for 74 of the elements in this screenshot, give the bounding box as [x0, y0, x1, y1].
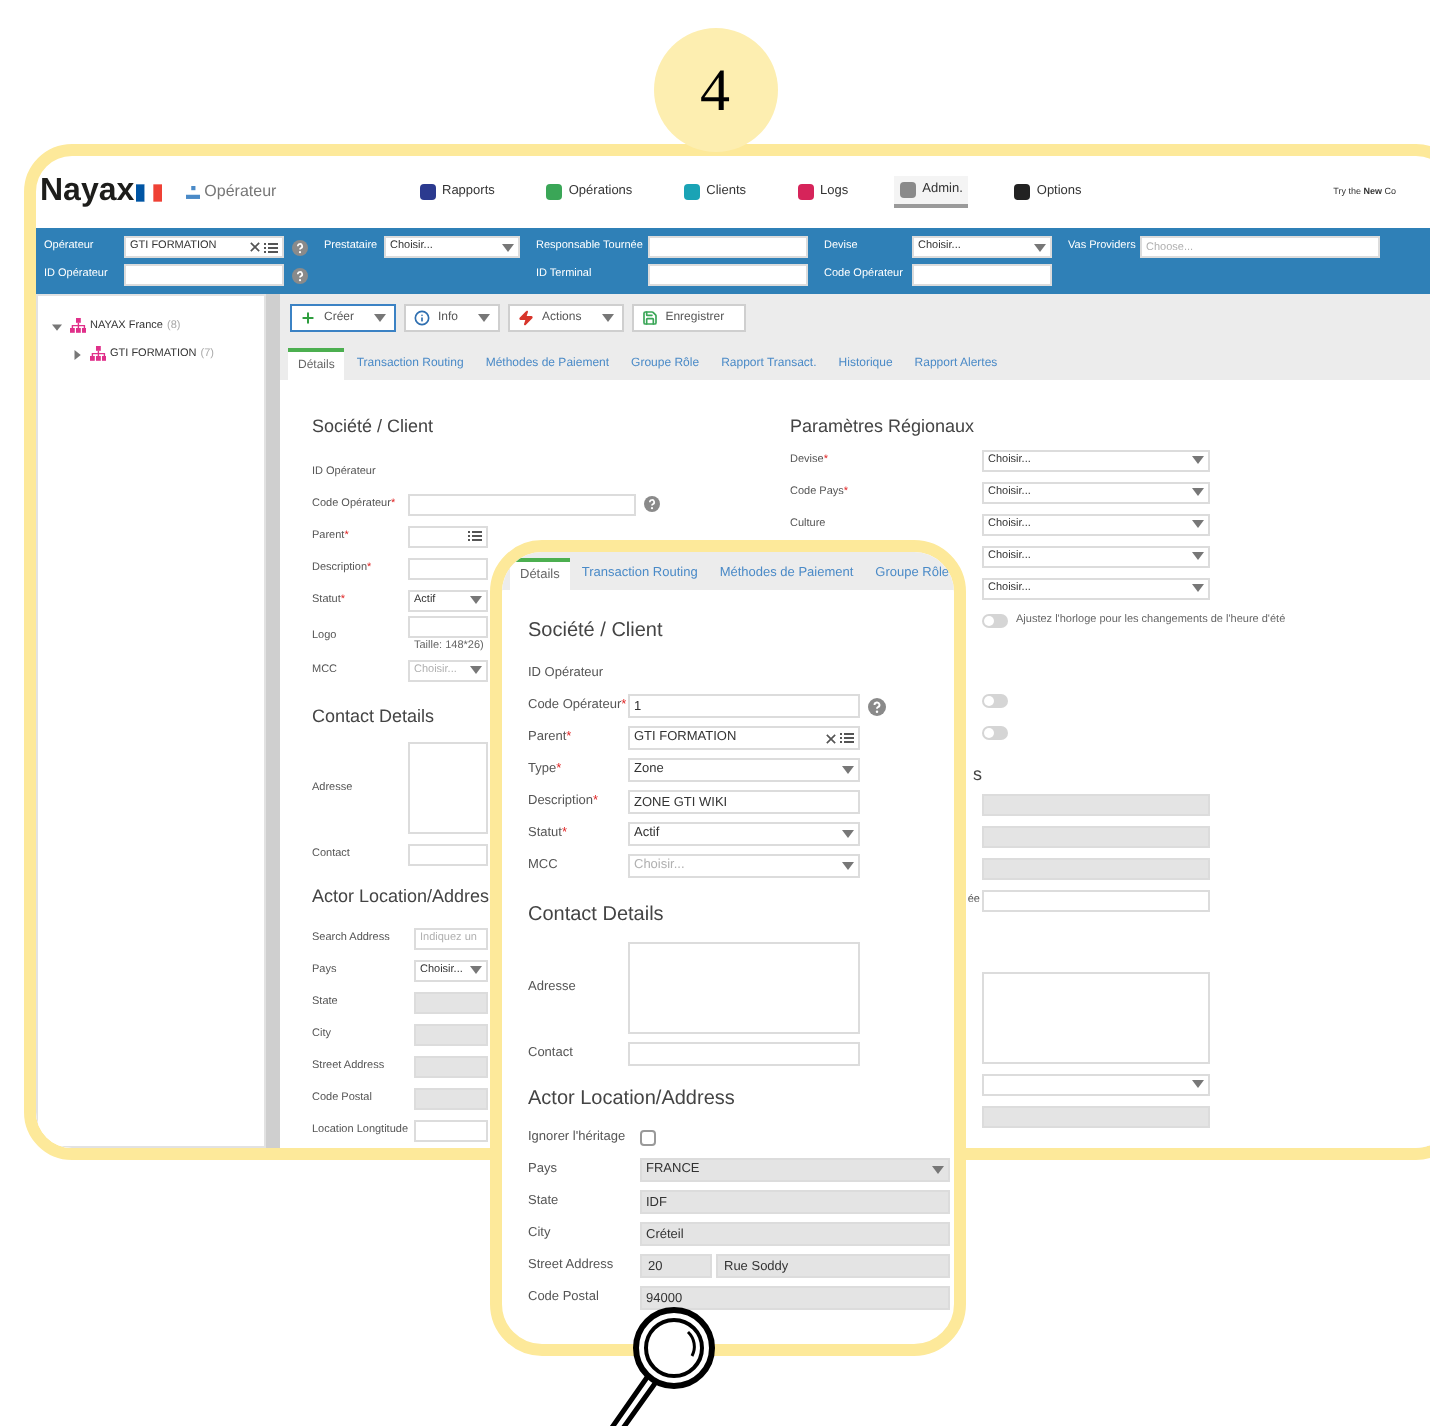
hierarchy-icon	[186, 185, 201, 199]
caret-icon	[932, 1166, 944, 1174]
rounded-square-icon	[798, 184, 815, 200]
section-title: Actor Location/Addres	[312, 884, 490, 911]
section-title: Paramètres Régionaux	[790, 414, 975, 440]
text-area[interactable]	[982, 972, 1210, 1064]
caret-icon	[842, 830, 854, 838]
list-icon[interactable]	[840, 732, 854, 744]
text-field[interactable]	[912, 264, 1052, 286]
select-field[interactable]	[982, 1073, 1210, 1095]
caret-icon	[1034, 243, 1046, 251]
hierarchy-icon	[90, 346, 106, 362]
section-title: Société / Client	[312, 414, 434, 440]
text-area[interactable]	[408, 742, 488, 835]
caret-icon	[601, 314, 614, 322]
rounded-square-icon	[420, 184, 436, 200]
text-field[interactable]	[408, 557, 488, 579]
lightning-icon	[518, 310, 535, 326]
caret-icon	[374, 314, 387, 322]
context-label: Opérateur	[204, 180, 277, 204]
list-icon[interactable]	[468, 530, 482, 542]
text-field[interactable]	[408, 493, 636, 515]
caret-icon	[1192, 584, 1204, 592]
caret-icon	[470, 666, 482, 675]
info-icon	[414, 310, 431, 326]
clear-icon[interactable]	[826, 733, 836, 743]
section-title: Contact Details	[528, 902, 664, 930]
caret-icon	[842, 766, 854, 774]
help-icon[interactable]	[868, 697, 886, 715]
logo-field[interactable]	[408, 616, 488, 638]
plus-icon	[300, 310, 316, 326]
text-field[interactable]	[408, 843, 488, 866]
checkbox[interactable]	[640, 1130, 656, 1146]
toggle-switch[interactable]	[982, 725, 1008, 739]
toggle-switch[interactable]	[982, 613, 1008, 627]
hierarchy-icon	[70, 318, 86, 334]
text-field[interactable]	[414, 1119, 488, 1142]
text-area[interactable]	[628, 942, 860, 1034]
caret-icon	[470, 966, 482, 975]
caret-icon	[1192, 1080, 1204, 1088]
help-icon[interactable]	[292, 239, 308, 255]
caret-icon	[1192, 520, 1204, 528]
step-badge: 4	[653, 28, 777, 152]
flag-icon	[136, 183, 163, 201]
text-field[interactable]	[982, 889, 1210, 911]
rounded-square-icon	[900, 182, 917, 198]
rounded-square-icon	[1014, 184, 1031, 200]
caret-icon	[478, 314, 491, 322]
toggle-switch[interactable]	[982, 693, 1008, 707]
caret-icon	[470, 596, 482, 604]
splitter[interactable]	[266, 294, 280, 1148]
expander-icon[interactable]	[72, 349, 82, 359]
text-field[interactable]	[124, 264, 284, 286]
text-field[interactable]	[628, 1042, 860, 1066]
lookup-field[interactable]	[408, 525, 488, 547]
logo: Nayax	[40, 176, 135, 208]
section-title: Contact Details	[312, 704, 435, 731]
section-title: Actor Location/Address	[528, 1086, 735, 1114]
section-title: s	[973, 762, 982, 788]
help-icon[interactable]	[292, 267, 308, 283]
expander-icon[interactable]	[52, 321, 62, 331]
help-icon[interactable]	[644, 496, 660, 512]
rounded-square-icon	[546, 184, 563, 200]
caret-icon	[842, 862, 854, 870]
list-icon[interactable]	[264, 241, 278, 253]
caret-icon	[1192, 456, 1204, 464]
section-title: Société / Client	[528, 618, 663, 646]
rounded-square-icon	[684, 184, 701, 200]
caret-icon	[1192, 552, 1204, 560]
caret-icon	[1192, 488, 1204, 496]
text-field[interactable]	[648, 264, 808, 286]
text-field[interactable]	[648, 236, 808, 258]
clear-icon[interactable]	[250, 242, 260, 252]
caret-icon	[502, 243, 514, 251]
